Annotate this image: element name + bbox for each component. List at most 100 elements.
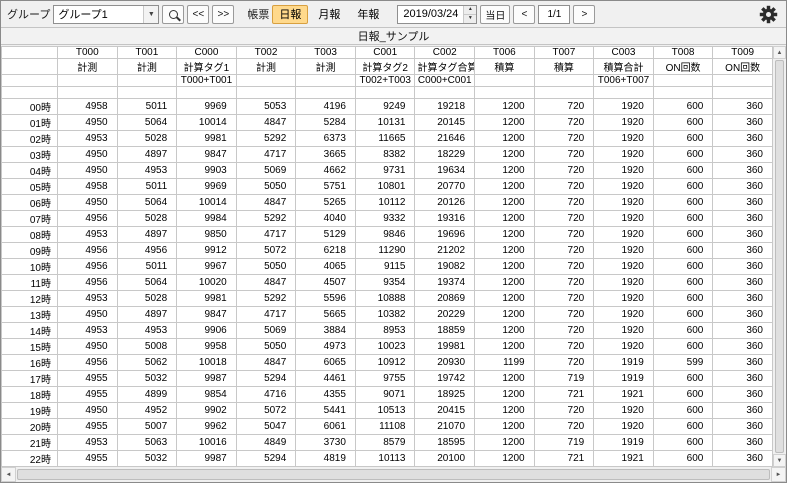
table-cell: 1920 [594, 259, 654, 275]
column-header-tag: T008 [653, 47, 713, 59]
tab-daily-report[interactable]: 日報 [272, 5, 308, 24]
table-cell: 9987 [177, 451, 237, 467]
table-cell: 600 [653, 147, 713, 163]
table-cell: 360 [713, 307, 773, 323]
table-cell: 4953 [58, 227, 118, 243]
page-next-button[interactable]: > [573, 5, 595, 24]
scroll-down-icon[interactable]: ▼ [773, 454, 786, 467]
table-row: 13時4950489798474717566510382202291200720… [2, 307, 773, 323]
table-cell: 360 [713, 387, 773, 403]
table-cell: 1920 [594, 403, 654, 419]
table-cell: 600 [653, 387, 713, 403]
table-cell: 4950 [58, 339, 118, 355]
spinner-up-icon[interactable]: ▲ [464, 6, 476, 14]
date-field[interactable]: 2019/03/24 ▲ ▼ [397, 5, 477, 24]
table-cell: 600 [653, 403, 713, 419]
table-cell: 6218 [296, 243, 356, 259]
table-row: 03時4950489798474717366583821822912007201… [2, 147, 773, 163]
table-cell: 10112 [355, 195, 415, 211]
table-cell: 4897 [117, 307, 177, 323]
today-button[interactable]: 当日 [480, 5, 510, 24]
table-cell: 720 [534, 99, 594, 115]
table-cell: 4196 [296, 99, 356, 115]
table-cell: 600 [653, 291, 713, 307]
scroll-up-icon[interactable]: ▲ [773, 46, 786, 59]
table-cell: 600 [653, 99, 713, 115]
table-cell: 360 [713, 211, 773, 227]
table-cell: 9115 [355, 259, 415, 275]
table-cell: 4950 [58, 195, 118, 211]
table-cell: 5032 [117, 451, 177, 467]
tab-yearly-report[interactable]: 年報 [350, 5, 386, 24]
table-cell: 5064 [117, 195, 177, 211]
table-row: 00時4958501199695053419692491921812007201… [2, 99, 773, 115]
table-cell: 5032 [117, 371, 177, 387]
table-cell [177, 87, 237, 99]
table-cell: 20930 [415, 355, 475, 371]
table-cell: 4461 [296, 371, 356, 387]
table-cell: 10014 [177, 115, 237, 131]
gear-icon [759, 5, 778, 24]
horizontal-scrollbar[interactable]: ◄ ► [1, 467, 786, 482]
table-cell: 5751 [296, 179, 356, 195]
table-cell: 4958 [58, 179, 118, 195]
table-cell: 600 [653, 259, 713, 275]
table-cell [117, 87, 177, 99]
table-cell: 4950 [58, 147, 118, 163]
table-cell: 1920 [594, 419, 654, 435]
table-cell: 1200 [475, 115, 535, 131]
search-icon [169, 10, 178, 19]
table-cell: 10014 [177, 195, 237, 211]
table-cell: 4847 [236, 195, 296, 211]
column-header-tag: T001 [117, 47, 177, 59]
group-select[interactable]: グループ1 ▼ [53, 5, 159, 24]
table-cell: 360 [713, 147, 773, 163]
table-cell: 1200 [475, 259, 535, 275]
spinner-down-icon[interactable]: ▼ [464, 14, 476, 23]
table-row: 09時4956495699125072621811290212021200720… [2, 243, 773, 259]
table-cell: 1919 [594, 371, 654, 387]
table-cell: 720 [534, 339, 594, 355]
table-cell: 1200 [475, 323, 535, 339]
table-cell: 9969 [177, 179, 237, 195]
table-cell: 8579 [355, 435, 415, 451]
vertical-scrollbar[interactable]: ▲ ▼ [773, 46, 786, 467]
table-cell: 19374 [415, 275, 475, 291]
scroll-right-icon[interactable]: ► [771, 467, 786, 482]
horizontal-scroll-thumb[interactable] [17, 469, 770, 480]
table-cell: 4952 [117, 403, 177, 419]
table-cell: 4955 [58, 371, 118, 387]
date-spinner[interactable]: ▲ ▼ [463, 6, 476, 23]
table-cell: 4950 [58, 403, 118, 419]
table-cell: 1919 [594, 355, 654, 371]
search-button[interactable] [162, 5, 184, 24]
report-title-bar: 日報_サンプル [1, 27, 786, 45]
table-cell: 1200 [475, 339, 535, 355]
next-group-button[interactable]: >> [212, 5, 234, 24]
table-cell: 8953 [355, 323, 415, 339]
table-cell: 360 [713, 355, 773, 371]
row-label: 07時 [2, 211, 58, 227]
table-cell: 360 [713, 435, 773, 451]
prev-group-button[interactable]: << [187, 5, 209, 24]
table-cell: 360 [713, 403, 773, 419]
table-row: 06時4950506410014484752651011220126120072… [2, 195, 773, 211]
table-cell: 4953 [58, 291, 118, 307]
scroll-left-icon[interactable]: ◄ [1, 467, 16, 482]
table-cell: 360 [713, 275, 773, 291]
page-prev-button[interactable]: < [513, 5, 535, 24]
table-cell: 1200 [475, 435, 535, 451]
vertical-scroll-thumb[interactable] [775, 60, 784, 453]
tab-monthly-report[interactable]: 月報 [311, 5, 347, 24]
table-cell: 1921 [594, 387, 654, 403]
column-header-desc: ON回数 [653, 59, 713, 75]
table-cell: 5028 [117, 291, 177, 307]
table-cell: 4847 [236, 115, 296, 131]
table-cell: 360 [713, 451, 773, 467]
row-label: 06時 [2, 195, 58, 211]
settings-button[interactable] [756, 2, 780, 26]
chevron-down-icon: ▼ [143, 6, 158, 23]
group-select-value: グループ1 [54, 6, 143, 22]
table-cell: 599 [653, 355, 713, 371]
table-row: 12時4953502899815292559610888208691200720… [2, 291, 773, 307]
